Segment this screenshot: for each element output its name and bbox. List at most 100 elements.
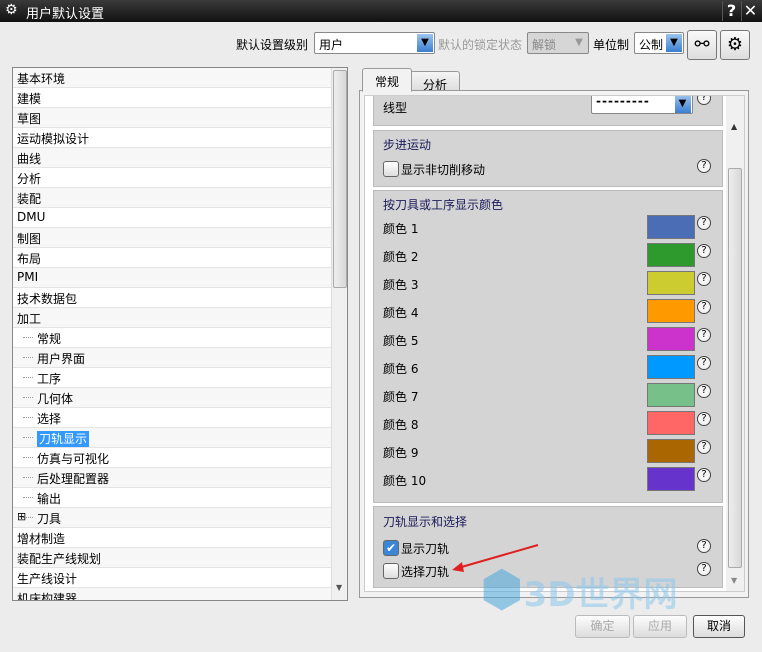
category-tree[interactable]: 基本环境建模草图运动模拟设计 曲线 分析装配 DMU 制图布局 PMI 技术数据包 加工常规用… (12, 67, 348, 601)
tree-item[interactable]: 装配 (13, 188, 331, 208)
settings-button[interactable]: ⚙ (720, 30, 750, 60)
tree-item[interactable]: 仿真与可视化 (13, 448, 331, 468)
tree-item[interactable]: DMU (13, 208, 331, 228)
tree-item-label: 基本环境 (17, 72, 66, 86)
scroll-thumb[interactable] (333, 70, 347, 288)
tree-item[interactable]: 运动模拟设计 (13, 128, 331, 148)
help-icon[interactable]: ? (697, 96, 711, 105)
tree-item-label: PMI (17, 270, 39, 284)
tree-item[interactable]: 加工 (13, 308, 331, 328)
cancel-button[interactable]: 取消 (693, 615, 745, 638)
color-swatch[interactable] (647, 327, 695, 351)
tree-item-label: 选择 (37, 412, 62, 426)
help-icon[interactable]: ? (697, 539, 711, 553)
help-icon[interactable]: ? (697, 440, 711, 454)
panel-scrollbar[interactable]: ▲ ▼ (726, 96, 744, 591)
tree-item-label: 生产线设计 (17, 572, 78, 586)
tree-item[interactable]: 增材制造 (13, 528, 331, 548)
color-swatch[interactable] (647, 271, 695, 295)
apply-button[interactable]: 应用 (633, 615, 687, 638)
linetype-value: --------- (596, 95, 650, 108)
tree-item[interactable]: ⊞ 刀具 (13, 508, 331, 528)
tree-item[interactable]: PMI (13, 268, 331, 288)
help-icon[interactable]: ? (697, 468, 711, 482)
tree-item-label: 装配生产线规划 (17, 552, 102, 566)
watermark-text: 3D世界网 (523, 575, 678, 615)
tree-item[interactable]: 刀轨显示 (13, 428, 331, 448)
help-icon[interactable]: ? (697, 328, 711, 342)
color-label: 颜色 2 (383, 250, 419, 264)
tree-scrollbar[interactable]: ▼ (331, 68, 347, 600)
tree-item-label: 后处理配置器 (37, 472, 110, 486)
tree-item-label: 装配 (17, 192, 42, 206)
ok-button[interactable]: 确定 (575, 615, 630, 638)
help-icon[interactable]: ? (697, 216, 711, 230)
help-icon[interactable]: ? (697, 300, 711, 314)
tree-item[interactable]: 工序 (13, 368, 331, 388)
color-label: 颜色 5 (383, 334, 419, 348)
tree-item-label: 草图 (17, 112, 42, 126)
chevron-down-icon: ▼ (571, 34, 587, 52)
watermark: ⬢3D世界网 (480, 560, 678, 618)
scroll-thumb[interactable] (728, 168, 742, 568)
tree-item[interactable]: 制图 (13, 228, 331, 248)
color-swatch[interactable] (647, 383, 695, 407)
tree-item[interactable]: 技术数据包 (13, 288, 331, 308)
step-motion-section: 步进运动 显示非切削移动 ? (373, 130, 723, 187)
help-icon[interactable]: ? (697, 384, 711, 398)
tree-item[interactable]: 分析 (13, 168, 331, 188)
scroll-down-icon[interactable]: ▼ (731, 576, 737, 585)
help-icon[interactable]: ? (697, 159, 711, 173)
tree-item[interactable]: 曲线 (13, 148, 331, 168)
title-bar: ⚙ 用户默认设置 ? ✕ (0, 0, 762, 22)
scroll-up-icon[interactable]: ▲ (731, 122, 737, 131)
tree-item[interactable]: 装配生产线规划 (13, 548, 331, 568)
tree-item-label: 常规 (37, 332, 62, 346)
tree-item[interactable]: 布局 (13, 248, 331, 268)
binoculars-button[interactable]: ⚯ (687, 30, 717, 60)
tree-item[interactable]: 基本环境 (13, 68, 331, 88)
tree-item-label: 工序 (37, 372, 62, 386)
help-icon[interactable]: ? (697, 356, 711, 370)
help-icon[interactable]: ? (697, 562, 711, 576)
color-swatch[interactable] (647, 439, 695, 463)
close-button[interactable]: ✕ (741, 1, 759, 21)
tree-item[interactable]: 后处理配置器 (13, 468, 331, 488)
help-icon[interactable]: ? (697, 244, 711, 258)
tree-item[interactable]: 常规 (13, 328, 331, 348)
tree-item-label: 建模 (17, 92, 42, 106)
help-icon[interactable]: ? (697, 412, 711, 426)
scroll-down-icon[interactable]: ▼ (336, 583, 342, 592)
tree-item[interactable]: 机床构建器 (13, 588, 331, 600)
chevron-down-icon: ▼ (675, 96, 691, 113)
help-icon[interactable]: ? (697, 272, 711, 286)
tree-item[interactable]: 几何体 (13, 388, 331, 408)
level-select[interactable]: 用户 ▼ (314, 32, 435, 54)
color-swatch[interactable] (647, 215, 695, 239)
tree-item[interactable]: 生产线设计 (13, 568, 331, 588)
tree-item[interactable]: 选择 (13, 408, 331, 428)
tab-analysis[interactable]: 分析 (410, 71, 461, 92)
color-swatch[interactable] (647, 467, 695, 491)
tab-general[interactable]: 常规 (362, 68, 413, 92)
tree-item[interactable]: 建模 (13, 88, 331, 108)
color-swatch[interactable] (647, 243, 695, 267)
tree-item[interactable]: 输出 (13, 488, 331, 508)
select-toolpath-checkbox[interactable] (383, 563, 399, 579)
color-swatch[interactable] (647, 411, 695, 435)
tree-item[interactable]: 用户界面 (13, 348, 331, 368)
show-toolpath-checkbox[interactable]: ✔ (383, 540, 399, 556)
tree-item-label: 仿真与可视化 (37, 452, 110, 466)
linetype-select[interactable]: --------- ▼ (591, 95, 693, 114)
help-button[interactable]: ? (722, 1, 740, 21)
chevron-down-icon: ▼ (666, 34, 682, 52)
lock-label: 默认的锁定状态 (438, 38, 523, 52)
tree-item[interactable]: 草图 (13, 108, 331, 128)
noncut-move-checkbox[interactable] (383, 161, 399, 177)
unit-select[interactable]: 公制 ▼ (634, 32, 684, 54)
color-swatch[interactable] (647, 299, 695, 323)
tree-item-label: 输出 (37, 492, 62, 506)
tree-item-label: 制图 (17, 232, 42, 246)
expand-icon[interactable]: ⊞ (17, 510, 26, 523)
color-swatch[interactable] (647, 355, 695, 379)
